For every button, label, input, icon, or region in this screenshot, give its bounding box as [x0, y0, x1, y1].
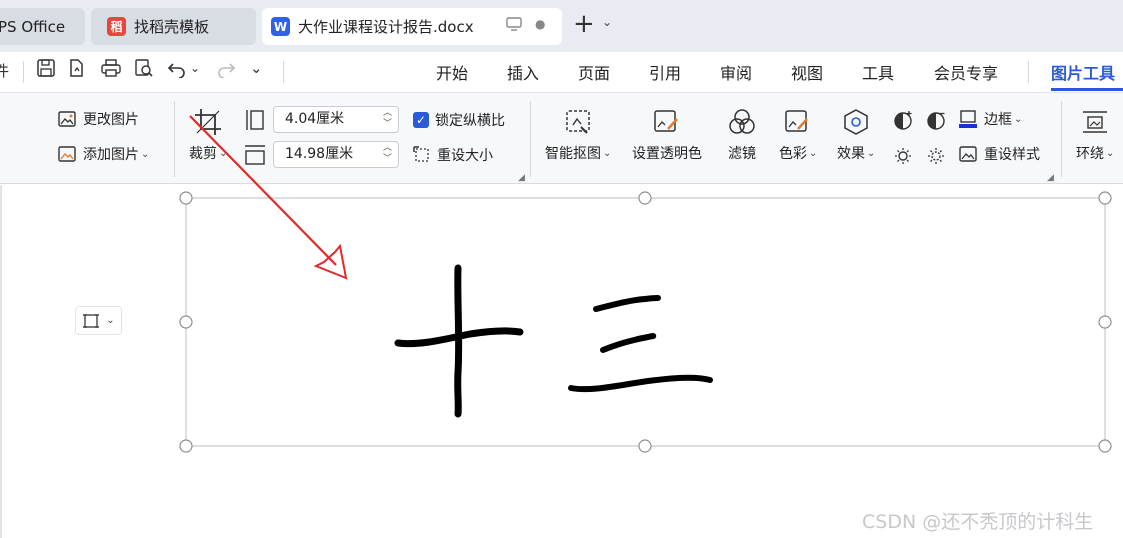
resize-handles — [179, 191, 1112, 453]
csdn-watermark: CSDN @还不秃顶的计科生 — [862, 511, 1094, 533]
red-annotation-arrow — [189, 115, 348, 280]
resize-handle-right[interactable] — [1098, 315, 1112, 329]
resize-handle-top[interactable] — [638, 191, 652, 205]
resize-handle-bottom-right[interactable] — [1098, 439, 1112, 453]
resize-handle-bottom-left[interactable] — [179, 439, 193, 453]
resize-handle-bottom[interactable] — [638, 439, 652, 453]
canvas-overlay — [179, 115, 1112, 453]
resize-handle-left[interactable] — [179, 315, 193, 329]
handwritten-signature-image — [394, 264, 713, 418]
resize-handle-top-left[interactable] — [179, 191, 193, 205]
selected-image[interactable] — [179, 191, 1112, 453]
resize-handle-top-right[interactable] — [1098, 191, 1112, 205]
